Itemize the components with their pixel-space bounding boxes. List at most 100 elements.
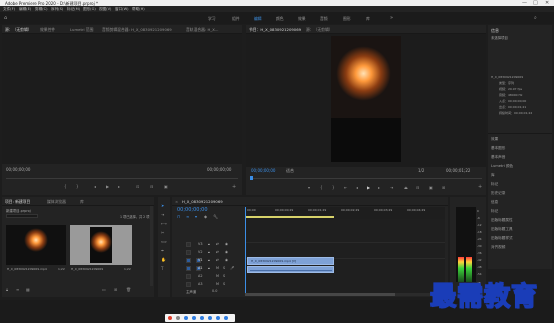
lock-track-icon[interactable]: 🔒︎ bbox=[208, 242, 210, 246]
project-item-thumbnail[interactable] bbox=[6, 225, 66, 265]
playhead-line[interactable] bbox=[245, 207, 246, 293]
work-area-bar[interactable] bbox=[245, 216, 334, 218]
panel-item-history[interactable]: 历史记录 bbox=[491, 191, 505, 196]
panel-item-essential-sound[interactable]: 基本声音 bbox=[491, 155, 505, 160]
step-back-icon[interactable]: ◂ bbox=[94, 184, 96, 189]
ripple-edit-tool-icon[interactable]: ⟷ bbox=[161, 221, 167, 226]
program-timecode-left[interactable]: 00;00;00;00 bbox=[251, 168, 275, 173]
solo-icon[interactable]: S bbox=[223, 282, 225, 286]
workspace-color[interactable]: 颜色 bbox=[276, 16, 284, 22]
mute-icon[interactable]: M bbox=[216, 282, 219, 286]
project-search-input[interactable] bbox=[6, 214, 38, 218]
source-viewer[interactable] bbox=[2, 34, 242, 164]
lock-track-icon[interactable]: 🔒︎ bbox=[208, 266, 210, 270]
timeline-hscroll-thumb[interactable] bbox=[245, 293, 395, 296]
source-scrubber[interactable] bbox=[6, 178, 238, 179]
master-track-value[interactable]: 0.0 bbox=[212, 289, 217, 293]
new-bin-icon[interactable]: ▭ bbox=[102, 287, 106, 292]
panel-item-legacy-title-tools[interactable]: 旧版标题工具 bbox=[491, 227, 513, 232]
workspace-libraries[interactable]: 库 bbox=[366, 16, 370, 22]
marker-icon[interactable]: ▾ bbox=[308, 185, 310, 190]
quality-dropdown[interactable]: 1/2 bbox=[418, 168, 424, 173]
solo-icon[interactable]: S bbox=[223, 266, 225, 270]
mute-icon[interactable]: M bbox=[216, 266, 219, 270]
lock-icon[interactable]: 🔒︎ bbox=[6, 287, 8, 292]
sync-lock-icon[interactable]: ⇄ bbox=[216, 250, 219, 254]
program-scrubber[interactable] bbox=[250, 178, 482, 179]
source-timecode-left[interactable]: 00;00;00;00 bbox=[6, 167, 30, 172]
source-patch-a[interactable] bbox=[186, 282, 191, 287]
mute-icon[interactable]: M bbox=[216, 274, 219, 278]
panel-item-align[interactable]: 对齐视频 bbox=[491, 245, 505, 250]
mark-in-icon[interactable]: { bbox=[64, 184, 67, 189]
panel-item-effects[interactable]: 效果 bbox=[491, 137, 498, 142]
track-area[interactable]: H_X_0830921209069.mp4 [V] bbox=[245, 207, 445, 293]
source-patch-v1[interactable] bbox=[186, 258, 191, 263]
step-forward-icon-2[interactable]: ▸ bbox=[378, 185, 380, 190]
add-button-icon-2[interactable]: + bbox=[478, 184, 482, 190]
timeline-timecode[interactable]: 00;00;00;00 bbox=[177, 207, 208, 213]
project-item-thumbnail-selected[interactable] bbox=[70, 225, 132, 265]
tab-lumetri-scopes[interactable]: Lumetri 范围 bbox=[70, 27, 93, 33]
compare-icon[interactable]: ⊞ bbox=[442, 185, 445, 190]
source-patch-a[interactable] bbox=[186, 274, 191, 279]
solo-icon[interactable]: S bbox=[223, 274, 225, 278]
tab-project[interactable]: 项目: 新建项目 bbox=[5, 199, 30, 205]
tab-effect-controls[interactable]: 效果控件 bbox=[40, 27, 55, 33]
tab-source[interactable]: 源：（无剪辑） bbox=[5, 27, 32, 33]
trash-icon[interactable]: 🗑︎ bbox=[126, 287, 131, 292]
hand-tool-icon[interactable]: ✋ bbox=[161, 257, 166, 262]
razor-tool-icon[interactable]: ✂ bbox=[161, 230, 164, 235]
ime-menu-icon[interactable] bbox=[224, 316, 228, 320]
workspace-graphics[interactable]: 图形 bbox=[343, 16, 351, 22]
step-forward-icon[interactable]: ▸ bbox=[118, 184, 120, 189]
mark-out-icon[interactable]: } bbox=[76, 184, 79, 189]
project-item-name[interactable]: H_X_0830921209069.mp4 bbox=[7, 267, 47, 271]
panel-item-libraries[interactable]: 库 bbox=[491, 173, 495, 178]
add-marker-icon[interactable]: ▾ bbox=[195, 214, 197, 219]
play-button-program[interactable]: ▶ bbox=[367, 185, 370, 190]
step-back-icon-2[interactable]: ◂ bbox=[356, 185, 358, 190]
overwrite-icon[interactable]: ⊟ bbox=[150, 184, 153, 189]
tab-audio-clip-mixer[interactable]: 音频剪辑混合器: H_X_0830921209069 bbox=[102, 27, 172, 33]
lock-track-icon[interactable]: 🔒︎ bbox=[208, 258, 210, 262]
type-tool-icon[interactable]: T bbox=[161, 266, 163, 271]
tab-source-2[interactable]: 源：（无剪辑） bbox=[306, 27, 333, 33]
search-icon[interactable]: ⌕ bbox=[534, 15, 537, 21]
panel-item-essential-graphics[interactable]: 基本图形 bbox=[491, 146, 505, 151]
source-patch-a1[interactable] bbox=[186, 266, 191, 271]
marker-settings-icon[interactable]: ◆ bbox=[204, 214, 207, 219]
ime-mode-icon[interactable] bbox=[176, 316, 180, 320]
project-item-name[interactable]: H_X_0830921209069 bbox=[71, 267, 103, 271]
lock-track-icon[interactable]: 🔒︎ bbox=[208, 250, 210, 254]
icon-view-icon[interactable]: ▦ bbox=[26, 287, 30, 292]
ime-punctuation-icon[interactable] bbox=[184, 316, 188, 320]
panel-item-lumetri-color[interactable]: Lumetri 颜色 bbox=[491, 164, 513, 169]
tab-audio-track-mixer[interactable]: 音轨混合器: H_X... bbox=[186, 27, 218, 33]
play-icon[interactable]: ▶ bbox=[106, 184, 109, 189]
video-clip[interactable]: H_X_0830921209069.mp4 [V] bbox=[247, 257, 334, 265]
more-workspaces-icon[interactable]: » bbox=[390, 15, 393, 21]
workspace-audio[interactable]: 音频 bbox=[320, 16, 328, 22]
workspace-assembly[interactable]: 组件 bbox=[232, 16, 240, 22]
track-select-tool-icon[interactable]: ⇥ bbox=[161, 212, 164, 217]
workspace-learn[interactable]: 学习 bbox=[208, 16, 216, 22]
selection-tool-icon[interactable]: ➤ bbox=[161, 203, 164, 208]
wrench-icon[interactable]: 🔧︎ bbox=[213, 214, 218, 219]
eye-icon[interactable]: ◉ bbox=[225, 242, 228, 246]
sync-lock-icon[interactable]: ⇄ bbox=[216, 242, 219, 246]
timeline-hscroll[interactable] bbox=[245, 293, 445, 296]
ime-keyboard-icon[interactable] bbox=[200, 316, 204, 320]
panel-item-markers-2[interactable]: 标记 bbox=[491, 209, 498, 214]
source-patch-v[interactable] bbox=[186, 242, 191, 247]
camera-icon[interactable]: ▣ bbox=[164, 184, 168, 189]
mark-in-icon-2[interactable]: { bbox=[320, 185, 323, 190]
lift-icon[interactable]: ⏏ bbox=[404, 185, 408, 190]
linked-selection-icon[interactable]: ∞ bbox=[186, 214, 189, 219]
fit-dropdown[interactable]: 适合 bbox=[286, 168, 294, 174]
panel-item-markers[interactable]: 标记 bbox=[491, 182, 498, 187]
mark-out-icon-2[interactable]: } bbox=[332, 185, 335, 190]
tab-libraries[interactable]: 库 bbox=[80, 199, 84, 205]
ime-logo-icon[interactable] bbox=[168, 316, 172, 320]
eye-icon[interactable]: ◉ bbox=[225, 250, 228, 254]
